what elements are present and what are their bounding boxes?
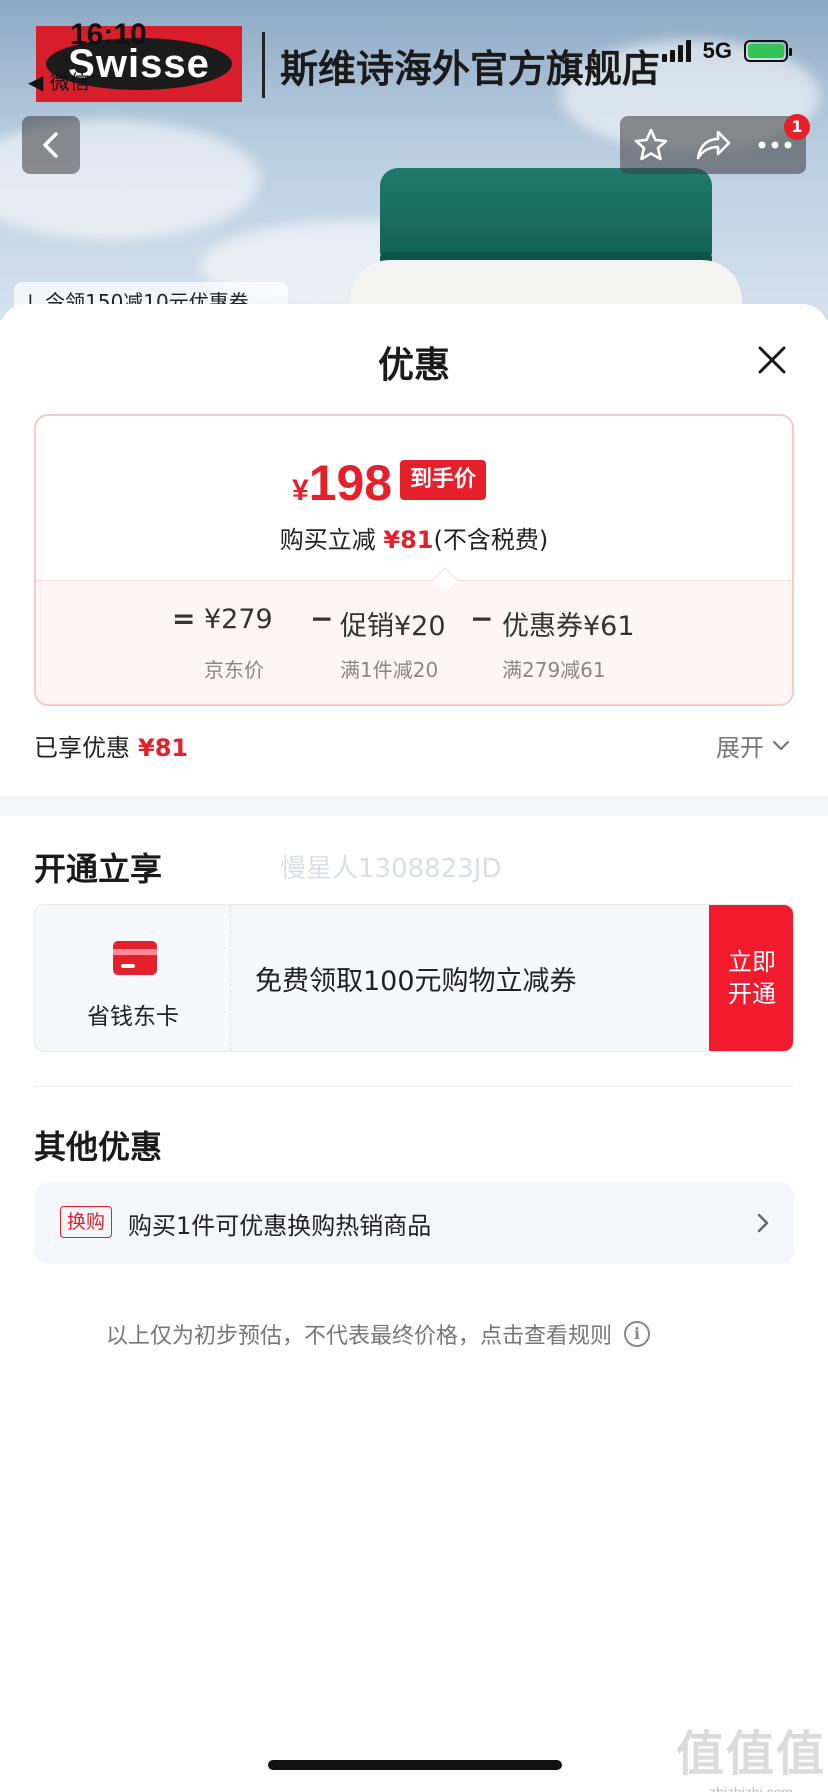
jd-price: ¥279 <box>204 604 273 635</box>
final-price-currency: ¥ <box>292 474 309 507</box>
open-now-button[interactable]: 立即 开通 <box>709 905 793 1051</box>
saving-suffix: (不含税费) <box>433 526 549 554</box>
close-icon[interactable] <box>752 340 792 380</box>
disclaimer-text: 以上仅为初步预估，不代表最终价格，点击查看规则 <box>106 1324 613 1349</box>
share-icon[interactable] <box>694 128 732 162</box>
info-icon: i <box>624 1321 651 1347</box>
brand-divider <box>262 32 265 98</box>
product-jar-lid <box>380 168 712 266</box>
minus-sign: − <box>310 602 334 635</box>
discount-enjoyed-label: 已享优惠 <box>34 734 130 762</box>
trade-in-offer-row[interactable]: 换购 购买1件可优惠换购热销商品 <box>34 1182 794 1264</box>
equals-sign: = <box>172 602 196 635</box>
savings-card-offer[interactable]: 省钱东卡 免费领取100元购物立减券 立即 开通 <box>34 904 794 1052</box>
price-rules-link[interactable]: 以上仅为初步预估，不代表最终价格，点击查看规则 i <box>106 1318 651 1350</box>
jd-price-label: 京东价 <box>204 658 264 682</box>
other-offers-title: 其他优惠 <box>34 1128 163 1166</box>
savings-card-name: 省钱东卡 <box>87 1004 179 1030</box>
back-to-app-link[interactable]: ◀ 微信 <box>28 66 90 95</box>
notification-badge: 1 <box>784 114 810 140</box>
home-indicator[interactable] <box>268 1760 562 1770</box>
promo-discount: 促销¥20 <box>340 611 446 642</box>
promo-discount-desc: 满1件减20 <box>340 658 439 682</box>
saving-summary: 购买立减 ¥81(不含税费) <box>36 520 792 555</box>
user-watermark: 慢星人1308823JD <box>280 854 502 884</box>
coupon-discount: 优惠券¥61 <box>502 611 635 642</box>
network-type: 5G <box>702 38 732 63</box>
status-indicators: 5G <box>661 38 792 64</box>
chevron-left-icon <box>43 132 58 158</box>
chevron-right-icon <box>757 1213 769 1233</box>
open-now-label-line1: 立即 <box>728 948 776 976</box>
store-name[interactable]: 斯维诗海外官方旗舰店 <box>280 38 660 93</box>
sheet-title: 优惠 <box>377 345 450 386</box>
saving-prefix: 购买立减 <box>279 526 376 554</box>
chevron-down-icon <box>772 740 790 750</box>
top-actions <box>620 116 806 174</box>
back-button[interactable] <box>22 116 80 174</box>
more-icon[interactable] <box>757 140 793 150</box>
minus-sign: − <box>470 602 494 635</box>
membership-section-title: 开通立享 <box>34 850 163 888</box>
site-watermark-glyphs: 值值值 <box>676 1726 827 1782</box>
discount-enjoyed-row: 已享优惠 ¥81 <box>34 728 794 763</box>
status-time: 16:10 <box>70 18 147 51</box>
open-now-label-line2: 开通 <box>728 980 776 1008</box>
site-watermark: 值值值 zhizhizhi.com <box>676 1714 826 1792</box>
section-separator <box>0 796 828 816</box>
discount-enjoyed-amount: ¥81 <box>138 734 189 762</box>
savings-card-description: 免费领取100元购物立减券 <box>255 966 577 997</box>
savings-card-badge: 省钱东卡 <box>35 905 231 1051</box>
site-watermark-url: zhizhizhi.com <box>708 1784 794 1792</box>
battery-icon <box>744 40 792 62</box>
discount-sheet: 优惠 ¥198 到手价 购买立减 ¥81(不含税费) = ¥279 京东价 − … <box>0 304 828 1792</box>
star-icon[interactable] <box>633 127 669 163</box>
final-price-badge: 到手价 <box>400 460 487 500</box>
signal-icon <box>661 40 691 62</box>
final-price: ¥198 <box>292 454 392 512</box>
price-breakdown-card: ¥198 到手价 购买立减 ¥81(不含税费) = ¥279 京东价 − 促销¥… <box>34 414 794 706</box>
trade-in-text: 购买1件可优惠换购热销商品 <box>128 1212 432 1240</box>
expand-label: 展开 <box>716 734 764 762</box>
expand-toggle[interactable]: 展开 <box>716 728 790 763</box>
trade-in-tag: 换购 <box>60 1206 113 1238</box>
coupon-discount-desc: 满279减61 <box>502 658 606 682</box>
credit-card-icon <box>113 941 157 975</box>
final-price-amount: 198 <box>308 455 393 511</box>
saving-amount: ¥81 <box>383 526 434 554</box>
product-page-background: Swisse 16:10 ◀ 微信 斯维诗海外官方旗舰店 5G 1 ↓ 今领15… <box>0 0 828 320</box>
divider <box>34 1086 794 1087</box>
